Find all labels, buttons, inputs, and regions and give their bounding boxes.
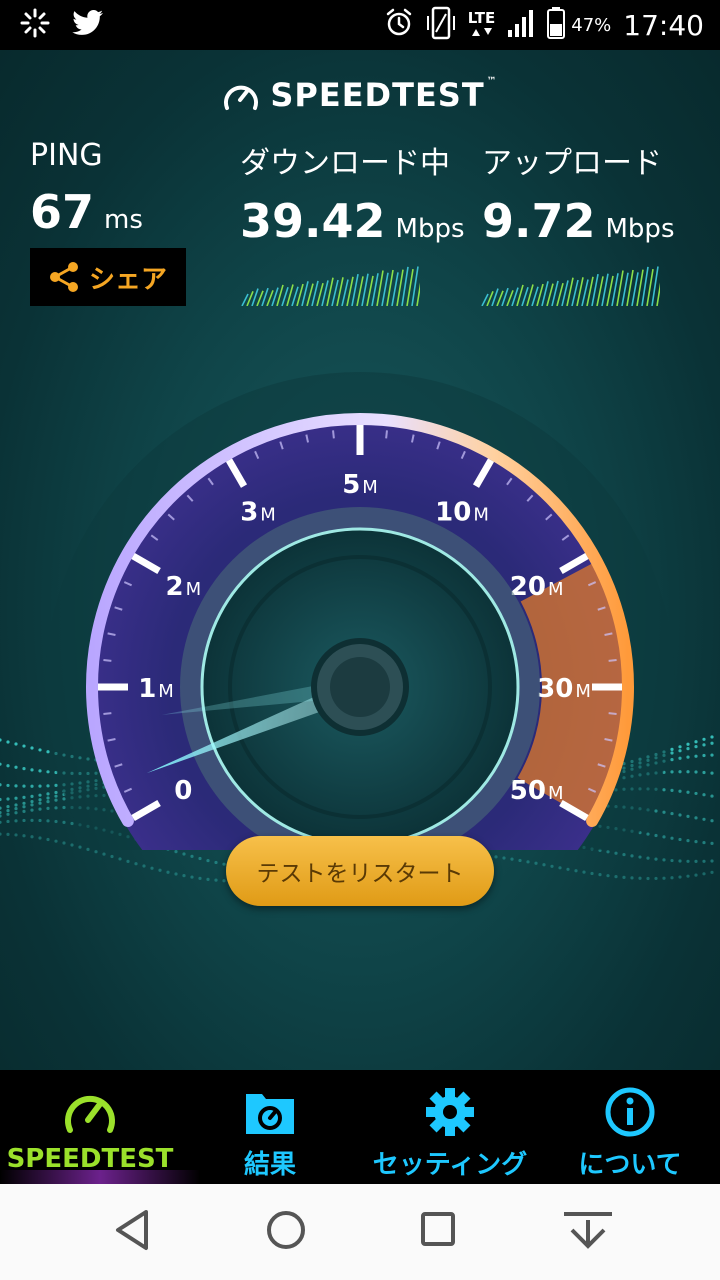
gauge-minor-tick [103,659,112,662]
gauge-minor-tick [608,659,617,662]
speedometer-icon [65,1095,115,1133]
nav-results-label: 結果 [243,1150,296,1180]
nav-settings[interactable]: セッティング [360,1070,540,1184]
trademark: ™ [486,76,498,87]
share-label: シェア [88,264,167,295]
nav-results[interactable]: 結果 [180,1070,360,1184]
nav-about[interactable]: について [540,1070,720,1184]
download-stat: ダウンロード中 39.42 Mbps [240,138,465,248]
gauge-minor-tick [385,430,388,439]
speedometer-logo-icon [224,85,259,110]
share-button[interactable]: シェア [30,248,186,306]
nav-about-label: について [578,1150,682,1180]
results-folder-icon [246,1094,294,1134]
alarm-icon [384,8,414,42]
ping-value: 67 [30,185,95,239]
signal-icon [507,8,535,42]
notification-pulldown-icon[interactable] [560,1208,616,1256]
upload-value: 9.72 [482,194,596,248]
gauge-minor-tick [332,430,335,439]
needle-cap-inner [330,657,390,717]
system-navigation-bar [0,1184,720,1280]
lte-icon: LTE [468,11,495,39]
share-icon [49,262,78,292]
battery-percent: 47% [571,14,612,36]
restart-test-button[interactable]: テストをリスタート [226,836,494,906]
ping-unit: ms [104,205,143,235]
info-icon [605,1087,655,1137]
home-icon[interactable] [264,1208,308,1256]
speed-gauge: 01 M2 M3 M5 M10 M20 M30 M50 M [45,372,675,850]
gauge-tick-label: 0 [174,776,192,806]
battery-icon [547,7,566,43]
back-icon[interactable] [112,1208,152,1256]
nav-settings-label: セッティング [372,1150,528,1180]
upload-unit: Mbps [605,214,675,244]
loading-icon [20,8,50,42]
gauge-minor-tick [103,712,112,715]
speedtest-screen: SPEEDTEST ™ PING 67 ms ダウンロード中 39.42 Mbps ア… [0,50,720,1070]
app-logo: SPEEDTEST ™ [0,76,720,114]
vibrate-icon [426,6,456,44]
recents-icon[interactable] [418,1208,458,1256]
upload-sparkline [481,266,660,306]
status-bar: LTE 47% 17:40 [0,0,720,50]
download-sparkline [241,266,420,306]
gear-icon [426,1088,474,1136]
brand-name: SPEEDTEST [270,76,485,114]
download-value: 39.42 [240,194,386,248]
download-unit: Mbps [395,214,465,244]
clock: 17:40 [623,8,704,42]
upload-label: アップロード [482,146,662,181]
bottom-navigation: SPEEDTEST 結果 セッティング について [0,1070,720,1184]
upload-stat: アップロード 9.72 Mbps [482,138,675,248]
ping-label: PING [30,138,103,173]
ping-stat: PING 67 ms [30,138,143,239]
gauge-minor-tick [608,712,617,715]
nav-speedtest[interactable]: SPEEDTEST [0,1070,200,1184]
twitter-icon [72,9,104,41]
download-label: ダウンロード中 [240,146,450,181]
